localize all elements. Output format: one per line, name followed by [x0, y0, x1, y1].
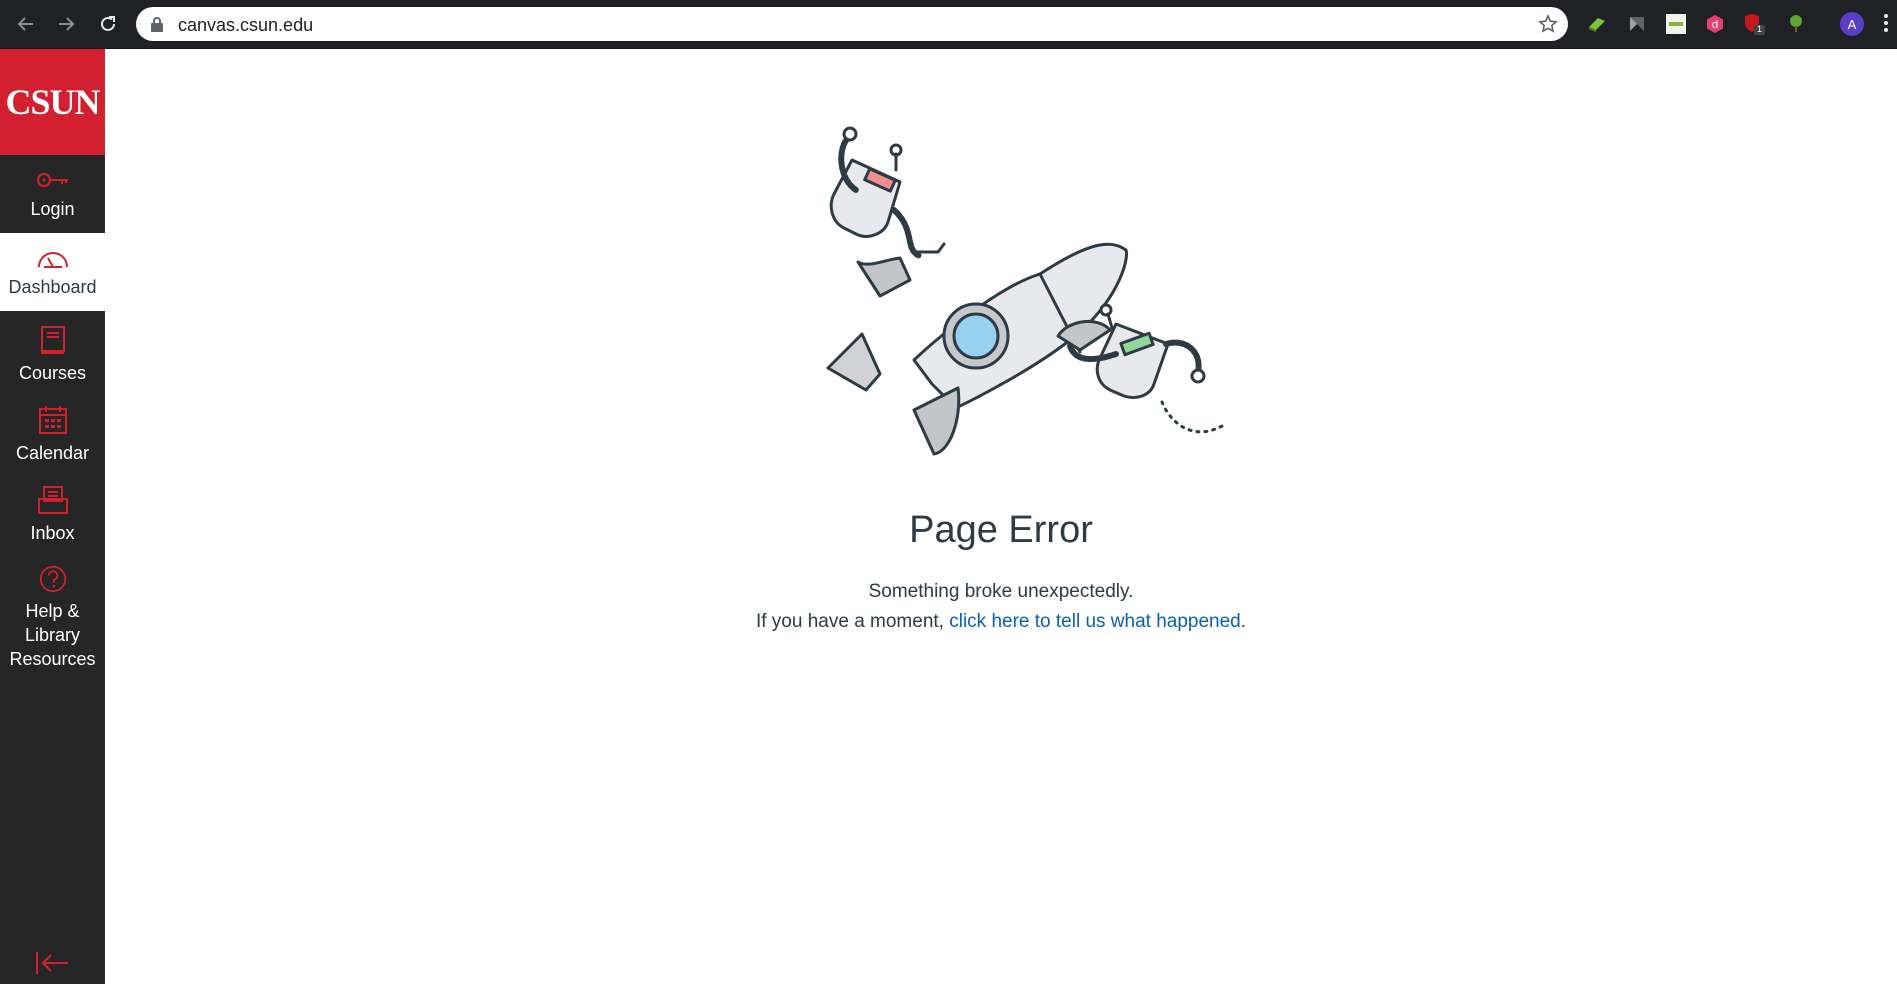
nav-label-inbox: Inbox — [30, 523, 75, 543]
global-nav: CSUN Login Dashboard Courses Calendar In… — [0, 49, 105, 984]
bookmark-star-icon[interactable] — [1538, 14, 1558, 34]
lock-icon — [151, 17, 163, 32]
back-button[interactable] — [12, 10, 40, 38]
nav-item-calendar[interactable]: Calendar — [0, 391, 105, 471]
profile-avatar[interactable]: A — [1840, 12, 1864, 36]
nav-label-dashboard: Dashboard — [8, 277, 97, 297]
nav-item-inbox[interactable]: Inbox — [0, 471, 105, 551]
collapse-nav-icon[interactable] — [34, 950, 70, 976]
nav-item-courses[interactable]: Courses — [0, 311, 105, 391]
forward-button[interactable] — [52, 10, 80, 38]
extension-tree-icon[interactable] — [1785, 13, 1807, 35]
nav-item-help[interactable]: Help & Library Resources — [0, 551, 105, 671]
error-message: Something broke unexpectedly. If you hav… — [105, 577, 1897, 637]
extension-badge: 1 — [1757, 24, 1763, 34]
nav-item-login[interactable]: Login — [0, 155, 105, 233]
extension-ublock-icon[interactable]: 1 — [1743, 13, 1765, 35]
error-line-2: If you have a moment, click here to tell… — [105, 607, 1897, 637]
key-icon — [36, 173, 68, 187]
reload-button[interactable] — [94, 10, 122, 38]
page-title: Page Error — [909, 509, 1093, 551]
courses-book-icon — [40, 326, 65, 354]
error-line-2-prefix: If you have a moment, — [755, 611, 950, 632]
address-bar[interactable]: canvas.csun.edu — [136, 7, 1568, 41]
nav-label-login: Login — [30, 199, 75, 219]
csun-logo[interactable]: CSUN — [0, 49, 105, 155]
svg-text:d: d — [1712, 18, 1719, 31]
error-line-1: Something broke unexpectedly. — [868, 581, 1134, 602]
reload-icon — [101, 16, 115, 31]
main-content: Page Error Something broke unexpectedly.… — [105, 49, 1897, 984]
back-arrow-icon — [17, 17, 33, 31]
inbox-icon — [37, 486, 68, 514]
nav-label-help: Help & Library Resources — [9, 601, 96, 669]
extension-logo-icon[interactable] — [1665, 13, 1687, 35]
dashboard-gauge-icon — [37, 252, 68, 268]
help-question-icon — [39, 565, 66, 593]
error-line-2-suffix: . — [1240, 611, 1247, 632]
extension-d-icon[interactable]: d — [1704, 13, 1726, 35]
browser-menu-icon[interactable] — [1884, 14, 1890, 35]
extension-arrow-icon[interactable] — [1626, 13, 1648, 35]
calendar-icon — [38, 406, 67, 434]
logo-text: CSUN — [5, 82, 100, 122]
forward-arrow-icon — [59, 17, 75, 31]
nav-label-courses: Courses — [18, 363, 87, 383]
broken-rocket-illustration — [826, 126, 1224, 456]
report-problem-link[interactable]: click here to tell us what happened — [949, 611, 1241, 632]
url-text: canvas.csun.edu — [178, 15, 314, 35]
nav-item-dashboard[interactable]: Dashboard — [0, 233, 105, 311]
nav-label-calendar: Calendar — [15, 443, 90, 463]
browser-toolbar: canvas.csun.edu d 1 A — [0, 0, 1897, 49]
extension-green-book-icon[interactable] — [1586, 13, 1608, 35]
